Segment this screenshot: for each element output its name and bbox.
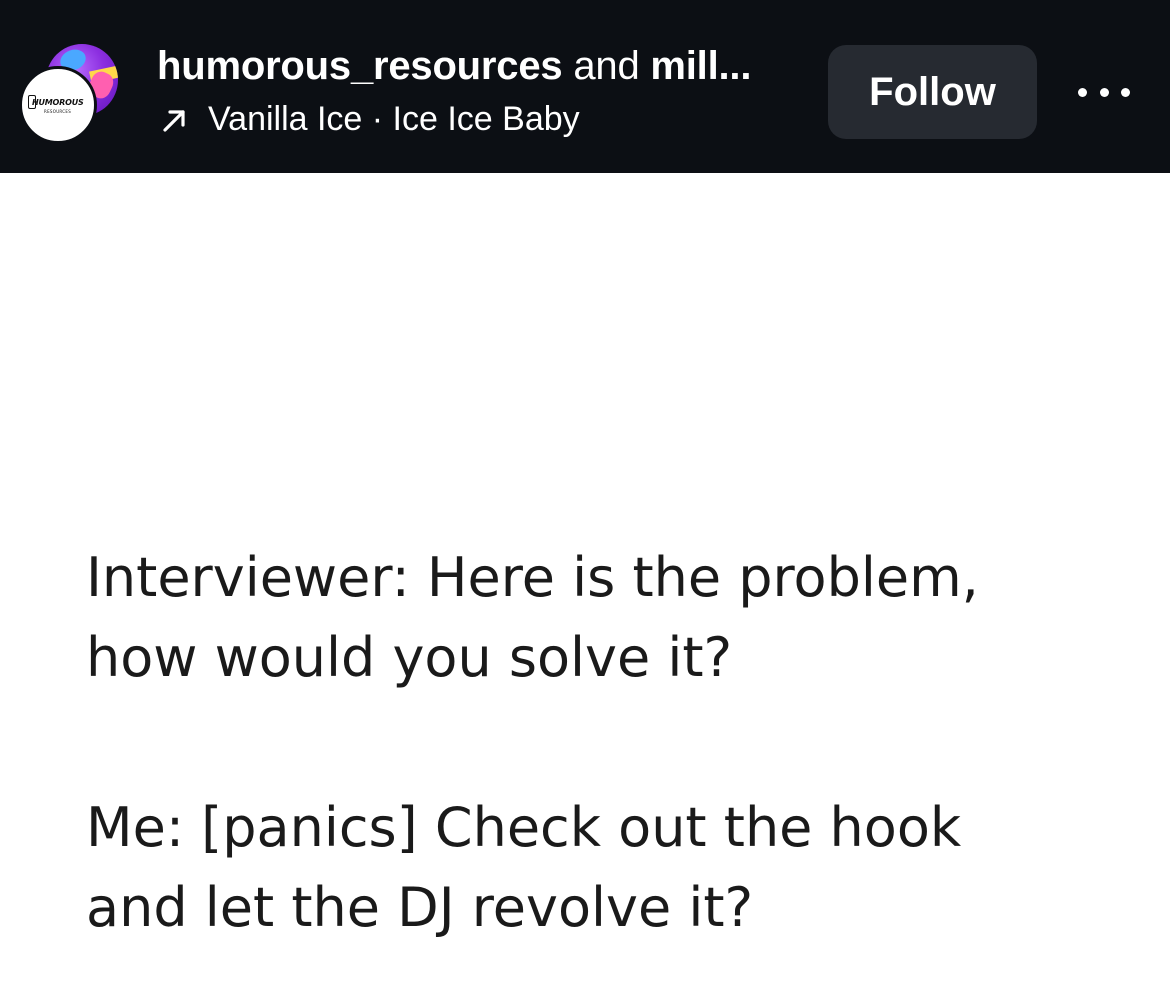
account-names[interactable]: humorous_resources and mill...: [157, 44, 751, 89]
post-image[interactable]: Interviewer: Here is the problem, how wo…: [0, 173, 1170, 983]
more-horizontal-icon[interactable]: [1078, 82, 1130, 102]
dot: [1121, 87, 1130, 97]
avatar-logo-subtext: RESOURCES: [44, 109, 72, 114]
collab-avatars[interactable]: HUMOROUS RESOURCES: [0, 0, 140, 173]
arrow-up-right-icon: [163, 109, 185, 132]
and-connector: and: [562, 44, 651, 88]
avatar-logo-text: HUMOROUS: [32, 98, 84, 107]
post-text-me: Me: [panics] Check out the hook and let …: [86, 796, 962, 939]
dot: [1078, 87, 1087, 97]
post-header: HUMOROUS RESOURCES humorous_resources an…: [0, 0, 1170, 173]
audio-link[interactable]: Vanilla Ice · Ice Ice Baby: [160, 100, 580, 139]
humorous-resources-avatar[interactable]: HUMOROUS RESOURCES: [19, 66, 97, 144]
dot: [1099, 87, 1109, 97]
username-primary[interactable]: humorous_resources: [157, 44, 563, 88]
post-text-interviewer: Interviewer: Here is the problem, how wo…: [86, 546, 979, 689]
follow-button[interactable]: Follow: [828, 45, 1037, 139]
username-secondary[interactable]: mill...: [650, 44, 751, 88]
audio-track-label: Vanilla Ice · Ice Ice Baby: [208, 100, 580, 138]
